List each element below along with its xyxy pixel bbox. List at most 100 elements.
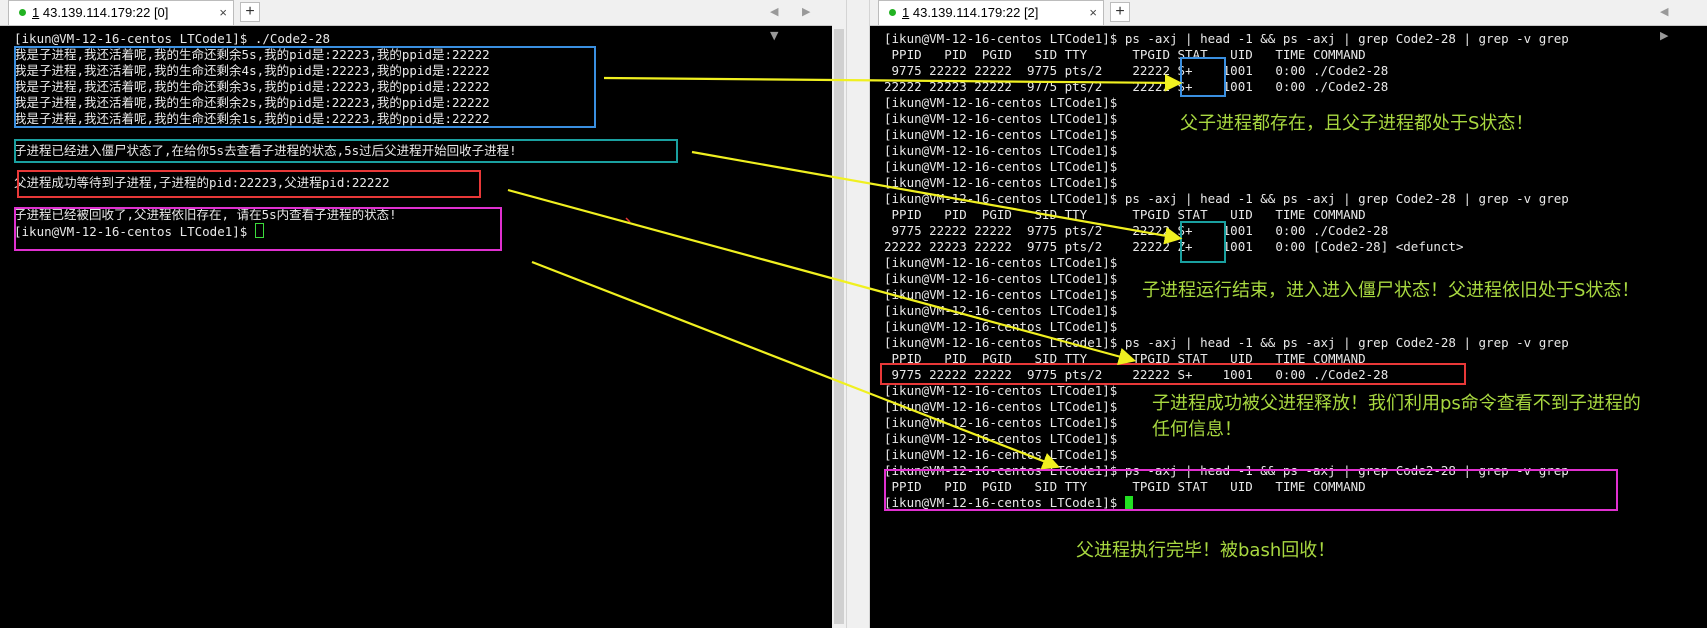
terminal-line-text: 我是子进程,我还活着呢,我的生命还剩余1s,我的pid是:22223,我的ppi…: [14, 111, 490, 126]
terminal-line: [ikun@VM-12-16-centos LTCode1]$: [14, 223, 846, 239]
terminal-line: 22222 22223 22222 9775 pts/2 22222 S+ 10…: [884, 79, 1707, 95]
terminal-line: [ikun@VM-12-16-centos LTCode1]$: [884, 95, 1707, 111]
tab-index: 1: [902, 5, 910, 20]
right-terminal-pane[interactable]: 1 43.139.114.179:22 [2] × + ◀ ▶ [ikun@VM…: [870, 0, 1707, 628]
terminal-line-text: PPID PID PGID SID TTY TPGID STAT UID TIM…: [884, 47, 1366, 62]
terminal-line-text: 我是子进程,我还活着呢,我的生命还剩余4s,我的pid是:22223,我的ppi…: [14, 63, 490, 78]
terminal-line: [ikun@VM-12-16-centos LTCode1]$: [884, 143, 1707, 159]
left-scrollbar-thumb[interactable]: [834, 29, 844, 624]
tab-host-label: 43.139.114.179:22 [0]: [42, 5, 169, 20]
terminal-line-text: 9775 22222 22222 9775 pts/2 22222 S+ 100…: [884, 63, 1389, 78]
terminal-line: 9775 22222 22222 9775 pts/2 22222 S+ 100…: [884, 63, 1707, 79]
right-tab-bar: 1 43.139.114.179:22 [2] × + ◀ ▶: [870, 0, 1707, 42]
terminal-cursor: [1124, 496, 1133, 510]
terminal-line-text: 我是子进程,我还活着呢,我的生命还剩余5s,我的pid是:22223,我的ppi…: [14, 47, 490, 62]
terminal-line-text: [ikun@VM-12-16-centos LTCode1]$ ps -axj …: [884, 191, 1569, 206]
terminal-line: [ikun@VM-12-16-centos LTCode1]$ ./Code2-…: [14, 31, 846, 47]
add-tab-button[interactable]: +: [240, 2, 260, 22]
terminal-line-text: [ikun@VM-12-16-centos LTCode1]$: [884, 143, 1118, 158]
terminal-line-text: [ikun@VM-12-16-centos LTCode1]$: [884, 159, 1118, 174]
terminal-line-text: [ikun@VM-12-16-centos LTCode1]$: [884, 175, 1118, 190]
terminal-line-text: 22222 22223 22222 9775 pts/2 22222 S+ 10…: [884, 79, 1389, 94]
terminal-line-text: [ikun@VM-12-16-centos LTCode1]$: [884, 415, 1118, 430]
terminal-line: 我是子进程,我还活着呢,我的生命还剩余1s,我的pid是:22223,我的ppi…: [14, 111, 846, 127]
terminal-line: 父进程成功等待到子进程,子进程的pid:22223,父进程pid:22222: [14, 175, 846, 191]
terminal-line-text: [ikun@VM-12-16-centos LTCode1]$: [884, 431, 1118, 446]
annotation-parent-reaped-by-bash: 父进程执行完毕！被bash回收！: [1076, 540, 1336, 561]
terminal-line: [ikun@VM-12-16-centos LTCode1]$: [884, 431, 1707, 447]
right-session-tab[interactable]: 1 43.139.114.179:22 [2] ×: [878, 0, 1104, 25]
terminal-cursor: [254, 223, 264, 238]
annotation-child-released-line2: 任何信息！: [1152, 419, 1242, 440]
tab-host-label: 43.139.114.179:22 [2]: [912, 5, 1039, 20]
connected-status-icon: [889, 9, 896, 17]
tab-index: 1: [32, 5, 40, 20]
terminal-line-text: 9775 22222 22222 9775 pts/2 22222 S+ 100…: [884, 223, 1389, 238]
pane-splitter[interactable]: [846, 0, 870, 628]
terminal-line: 22222 22223 22222 9775 pts/2 22222 Z+ 10…: [884, 239, 1707, 255]
left-terminal-output[interactable]: [ikun@VM-12-16-centos LTCode1]$ ./Code2-…: [14, 31, 846, 239]
close-tab-icon[interactable]: ×: [1089, 1, 1097, 25]
terminal-line-text: [ikun@VM-12-16-centos LTCode1]$ ps -axj …: [884, 335, 1569, 350]
terminal-line-text: [ikun@VM-12-16-centos LTCode1]$: [884, 271, 1118, 286]
terminal-line-text: [ikun@VM-12-16-centos LTCode1]$: [884, 383, 1118, 398]
terminal-line-text: 我是子进程,我还活着呢,我的生命还剩余2s,我的pid是:22223,我的ppi…: [14, 95, 490, 110]
tab-scroll-arrows[interactable]: ◀ ▶: [1660, 0, 1707, 42]
terminal-line-text: [ikun@VM-12-16-centos LTCode1]$ ps -axj …: [884, 463, 1569, 478]
terminal-line: 我是子进程,我还活着呢,我的生命还剩余3s,我的pid是:22223,我的ppi…: [14, 79, 846, 95]
terminal-line: 子进程已经被回收了,父进程依旧存在, 请在5s内查看子进程的状态!: [14, 207, 846, 223]
terminal-line: [ikun@VM-12-16-centos LTCode1]$: [884, 255, 1707, 271]
terminal-line-text: [ikun@VM-12-16-centos LTCode1]$: [884, 303, 1118, 318]
terminal-line-text: [ikun@VM-12-16-centos LTCode1]$ ps -axj …: [884, 31, 1569, 46]
terminal-line-text: PPID PID PGID SID TTY TPGID STAT UID TIM…: [884, 479, 1366, 494]
terminal-line: 9775 22222 22222 9775 pts/2 22222 S+ 100…: [884, 223, 1707, 239]
left-scrollbar[interactable]: [832, 25, 846, 628]
terminal-line-text: [ikun@VM-12-16-centos LTCode1]$: [884, 287, 1118, 302]
terminal-line: PPID PID PGID SID TTY TPGID STAT UID TIM…: [884, 479, 1707, 495]
annotation-child-zombie: 子进程运行结束，进入进入僵尸状态！父进程依旧处于S状态！: [1142, 280, 1640, 301]
terminal-line: [ikun@VM-12-16-centos LTCode1]$: [884, 303, 1707, 319]
terminal-line-text: 子进程已经被回收了,父进程依旧存在, 请在5s内查看子进程的状态!: [14, 207, 397, 222]
terminal-line: 子进程已经进入僵尸状态了,在给你5s去查看子进程的状态,5s过后父进程开始回收子…: [14, 143, 846, 159]
terminal-line-text: [ikun@VM-12-16-centos LTCode1]$: [884, 495, 1125, 510]
terminal-line-text: [ikun@VM-12-16-centos LTCode1]$: [884, 255, 1118, 270]
terminal-line-text: [ikun@VM-12-16-centos LTCode1]$: [884, 111, 1118, 126]
connected-status-icon: [19, 9, 26, 17]
terminal-line-text: [ikun@VM-12-16-centos LTCode1]$: [14, 224, 255, 239]
left-tab-bar: 1 43.139.114.179:22 [0] × + ◀ ▶ ▼: [0, 0, 846, 42]
terminal-line-text: [ikun@VM-12-16-centos LTCode1]$ ./Code2-…: [14, 31, 331, 46]
terminal-line: PPID PID PGID SID TTY TPGID STAT UID TIM…: [884, 351, 1707, 367]
terminal-line-text: [ikun@VM-12-16-centos LTCode1]$: [884, 95, 1118, 110]
terminal-line: [ikun@VM-12-16-centos LTCode1]$ ps -axj …: [884, 463, 1707, 479]
terminal-line: [ikun@VM-12-16-centos LTCode1]$: [884, 159, 1707, 175]
terminal-line: [ikun@VM-12-16-centos LTCode1]$: [884, 447, 1707, 463]
tab-scroll-arrows[interactable]: ◀ ▶ ▼: [770, 0, 846, 42]
terminal-line: PPID PID PGID SID TTY TPGID STAT UID TIM…: [884, 207, 1707, 223]
terminal-line: [ikun@VM-12-16-centos LTCode1]$: [884, 319, 1707, 335]
annotation-child-released-line1: 子进程成功被父进程释放！我们利用ps命令查看不到子进程的: [1152, 393, 1641, 414]
terminal-line-text: 子进程已经进入僵尸状态了,在给你5s去查看子进程的状态,5s过后父进程开始回收子…: [14, 143, 517, 158]
terminal-line-text: [ikun@VM-12-16-centos LTCode1]$: [884, 319, 1118, 334]
terminal-line-text: 9775 22222 22222 9775 pts/2 22222 S+ 100…: [884, 367, 1389, 382]
terminal-line: [ikun@VM-12-16-centos LTCode1]$ ps -axj …: [884, 31, 1707, 47]
add-tab-button[interactable]: +: [1110, 2, 1130, 22]
terminal-line-text: [ikun@VM-12-16-centos LTCode1]$: [884, 399, 1118, 414]
terminal-line: PPID PID PGID SID TTY TPGID STAT UID TIM…: [884, 47, 1707, 63]
terminal-line-text: 父进程成功等待到子进程,子进程的pid:22223,父进程pid:22222: [14, 175, 390, 190]
terminal-line-text: [ikun@VM-12-16-centos LTCode1]$: [884, 127, 1118, 142]
terminal-line: 9775 22222 22222 9775 pts/2 22222 S+ 100…: [884, 367, 1707, 383]
terminal-line: 我是子进程,我还活着呢,我的生命还剩余2s,我的pid是:22223,我的ppi…: [14, 95, 846, 111]
terminal-line: 我是子进程,我还活着呢,我的生命还剩余4s,我的pid是:22223,我的ppi…: [14, 63, 846, 79]
terminal-line-text: PPID PID PGID SID TTY TPGID STAT UID TIM…: [884, 207, 1366, 222]
left-session-tab[interactable]: 1 43.139.114.179:22 [0] ×: [8, 0, 234, 25]
terminal-line: [ikun@VM-12-16-centos LTCode1]$: [884, 415, 1707, 431]
close-tab-icon[interactable]: ×: [219, 1, 227, 25]
right-terminal-output[interactable]: [ikun@VM-12-16-centos LTCode1]$ ps -axj …: [884, 31, 1707, 511]
terminal-line: [ikun@VM-12-16-centos LTCode1]$ ps -axj …: [884, 191, 1707, 207]
left-terminal-pane[interactable]: 1 43.139.114.179:22 [0] × + ◀ ▶ ▼ [ikun@…: [0, 0, 846, 628]
terminal-line: 我是子进程,我还活着呢,我的生命还剩余5s,我的pid是:22223,我的ppi…: [14, 47, 846, 63]
terminal-line-text: PPID PID PGID SID TTY TPGID STAT UID TIM…: [884, 351, 1366, 366]
